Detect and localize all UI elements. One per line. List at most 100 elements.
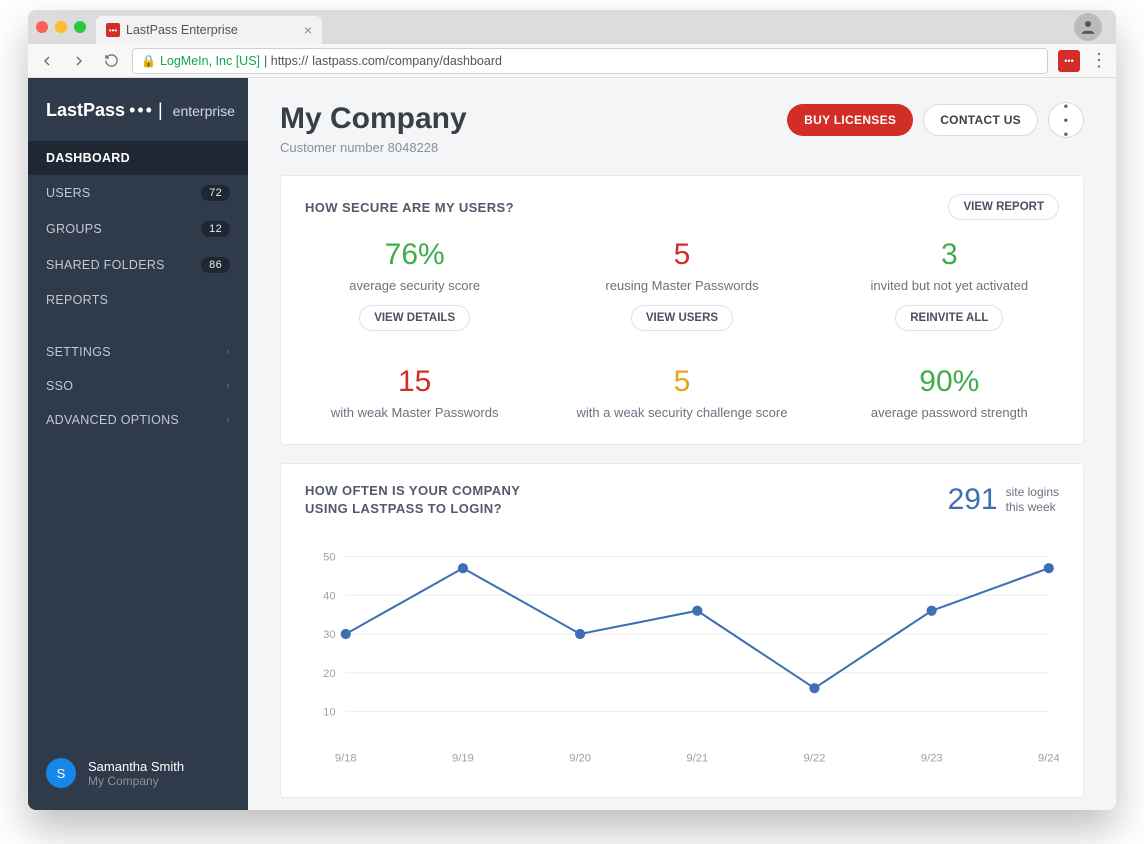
svg-text:9/20: 9/20: [569, 752, 591, 764]
page-header: My Company Customer number 8048228 BUY L…: [280, 102, 1084, 155]
view-report-button[interactable]: VIEW REPORT: [948, 194, 1059, 220]
svg-text:50: 50: [323, 552, 335, 564]
sidebar-item-label: SETTINGS: [46, 345, 111, 359]
svg-text:9/23: 9/23: [921, 752, 943, 764]
close-window-icon[interactable]: [36, 21, 48, 33]
svg-text:10: 10: [323, 707, 335, 719]
metric-label: invited but not yet activated: [826, 278, 1073, 293]
login-chart: 10203040509/189/199/209/219/229/239/24: [305, 527, 1059, 772]
svg-text:40: 40: [323, 590, 335, 602]
tab-bar: ••• LastPass Enterprise ×: [28, 10, 1116, 44]
svg-text:20: 20: [323, 668, 335, 680]
sidebar-item-dashboard[interactable]: DASHBOARD: [28, 141, 248, 175]
sidebar-item-sso[interactable]: SSO ›: [28, 369, 248, 403]
main-content: My Company Customer number 8048228 BUY L…: [248, 78, 1116, 810]
lock-icon: 🔒: [141, 54, 156, 68]
header-actions: BUY LICENSES CONTACT US • • •: [787, 102, 1084, 138]
chevron-right-icon: ›: [226, 414, 230, 426]
reload-icon[interactable]: [100, 50, 122, 72]
login-count-value: 291: [948, 483, 998, 517]
page-title: My Company: [280, 102, 467, 136]
sidebar-item-users[interactable]: USERS 72: [28, 175, 248, 211]
sidebar-nav: DASHBOARD USERS 72 GROUPS 12 SHARED FOLD…: [28, 141, 248, 437]
browser-tab[interactable]: ••• LastPass Enterprise ×: [96, 16, 322, 44]
svg-text:9/24: 9/24: [1038, 752, 1059, 764]
metric-value: 5: [558, 238, 805, 272]
user-footer[interactable]: S Samantha Smith My Company: [28, 742, 248, 810]
metric-value: 90%: [826, 365, 1073, 399]
brand-name: LastPass: [46, 100, 125, 121]
metric: 5 reusing Master Passwords VIEW USERS: [548, 228, 815, 355]
sidebar-item-advanced-options[interactable]: ADVANCED OPTIONS ›: [28, 403, 248, 437]
metric-action-button[interactable]: REINVITE ALL: [895, 305, 1003, 331]
sidebar-item-label: GROUPS: [46, 222, 102, 236]
metric: 5 with a weak security challenge score: [548, 355, 815, 444]
sidebar-item-shared-folders[interactable]: SHARED FOLDERS 86: [28, 247, 248, 283]
sidebar-item-reports[interactable]: REPORTS: [28, 283, 248, 317]
security-origin: LogMeIn, Inc [US]: [160, 54, 260, 68]
chevron-right-icon: ›: [226, 380, 230, 392]
app-root: LastPass ••• | enterprise DASHBOARD USER…: [28, 78, 1116, 810]
login-usage-card: HOW OFTEN IS YOUR COMPANY USING LASTPASS…: [280, 463, 1084, 798]
contact-us-button[interactable]: CONTACT US: [923, 104, 1038, 136]
minimize-window-icon[interactable]: [55, 21, 67, 33]
sidebar: LastPass ••• | enterprise DASHBOARD USER…: [28, 78, 248, 810]
card-title: HOW SECURE ARE MY USERS?: [305, 200, 514, 215]
chevron-right-icon: ›: [226, 346, 230, 358]
url-prefix: | https://: [264, 54, 308, 68]
window-controls: [36, 21, 86, 33]
user-company: My Company: [88, 774, 184, 788]
sidebar-item-label: USERS: [46, 186, 91, 200]
metric: 90% average password strength: [816, 355, 1083, 444]
login-count-label-b: this week: [1006, 500, 1059, 514]
browser-menu-icon[interactable]: ⋮: [1090, 50, 1108, 71]
sidebar-item-settings[interactable]: SETTINGS ›: [28, 335, 248, 369]
maximize-window-icon[interactable]: [74, 21, 86, 33]
url-rest: lastpass.com/company/dashboard: [312, 54, 502, 68]
metric-label: average password strength: [826, 405, 1073, 420]
sidebar-badge: 86: [201, 257, 230, 273]
metric-action-button[interactable]: VIEW DETAILS: [359, 305, 470, 331]
metric-label: with a weak security challenge score: [558, 405, 805, 420]
sidebar-item-label: DASHBOARD: [46, 151, 130, 165]
chrome-profile-icon[interactable]: [1074, 13, 1102, 41]
sidebar-item-label: SSO: [46, 379, 73, 393]
metrics-bottom: 15with weak Master Passwords 5 with a weak…: [281, 355, 1083, 444]
address-bar[interactable]: 🔒 LogMeIn, Inc [US] | https:// lastpass.…: [132, 48, 1048, 74]
sidebar-item-groups[interactable]: GROUPS 12: [28, 211, 248, 247]
metric-action-button[interactable]: VIEW USERS: [631, 305, 733, 331]
back-icon[interactable]: [36, 50, 58, 72]
forward-icon[interactable]: [68, 50, 90, 72]
more-dots-icon: • • •: [1064, 99, 1069, 141]
url-bar: 🔒 LogMeIn, Inc [US] | https:// lastpass.…: [28, 44, 1116, 78]
tab-title: LastPass Enterprise: [126, 23, 238, 37]
sidebar-item-label: REPORTS: [46, 293, 108, 307]
brand-edition: enterprise: [173, 103, 235, 119]
close-tab-icon[interactable]: ×: [304, 22, 312, 38]
browser-window: ••• LastPass Enterprise × 🔒 LogMeIn, Inc…: [28, 10, 1116, 810]
avatar-initial: S: [57, 766, 66, 781]
svg-text:9/21: 9/21: [686, 752, 708, 764]
lastpass-extension-icon[interactable]: •••: [1058, 50, 1080, 72]
metric: 15with weak Master Passwords: [281, 355, 548, 444]
page-subtitle: Customer number 8048228: [280, 140, 467, 155]
svg-text:9/19: 9/19: [452, 752, 474, 764]
svg-text:30: 30: [323, 629, 335, 641]
metric: 3 invited but not yet activated REINVITE A…: [816, 228, 1083, 355]
metric-label: reusing Master Passwords: [558, 278, 805, 293]
metric-value: 15: [291, 365, 538, 399]
login-count: 291 site logins this week: [948, 482, 1059, 517]
security-card: HOW SECURE ARE MY USERS? VIEW REPORT 76%…: [280, 175, 1084, 445]
metric-value: 76%: [291, 238, 538, 272]
chart-container: 10203040509/189/199/209/219/229/239/24: [281, 517, 1083, 797]
buy-licenses-button[interactable]: BUY LICENSES: [787, 104, 913, 136]
metric-value: 5: [558, 365, 805, 399]
sidebar-badge: 72: [201, 185, 230, 201]
metric-value: 3: [826, 238, 1073, 272]
brand-dots-icon: •••: [129, 100, 154, 121]
sidebar-badge: 12: [201, 221, 230, 237]
more-menu-button[interactable]: • • •: [1048, 102, 1084, 138]
login-count-label-a: site logins: [1006, 485, 1059, 499]
metric: 76%average security scoreVIEW DETAILS: [281, 228, 548, 355]
user-name: Samantha Smith: [88, 759, 184, 774]
